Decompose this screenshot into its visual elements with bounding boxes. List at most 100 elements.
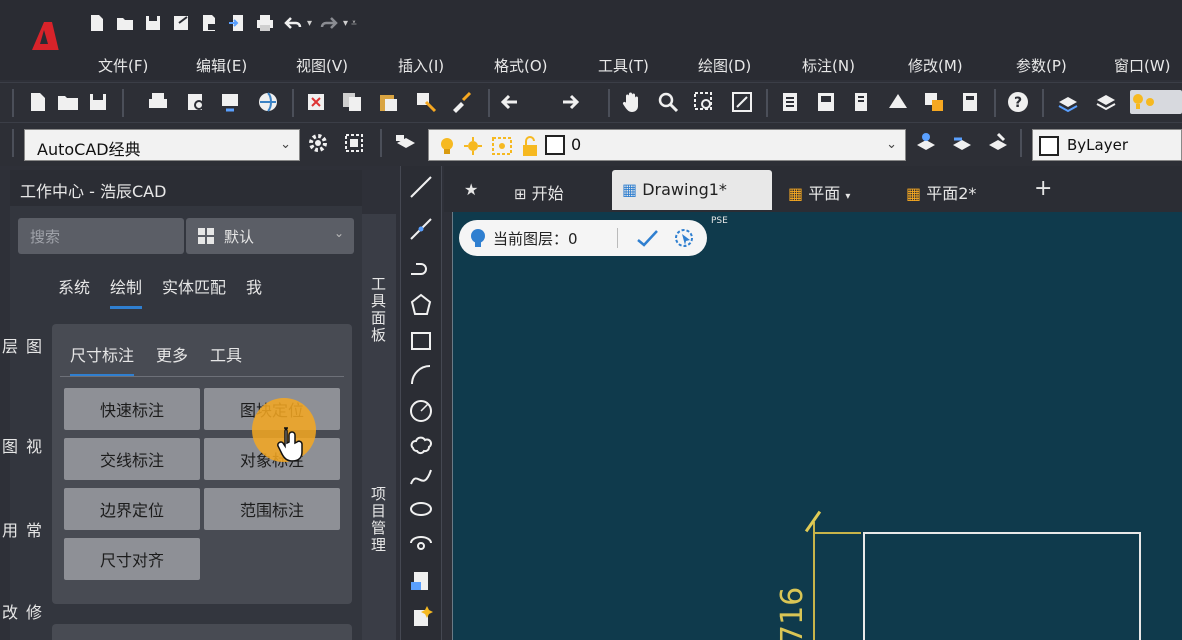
calculator-icon[interactable]	[958, 90, 982, 114]
properties-icon[interactable]	[778, 90, 802, 114]
ellipse-icon[interactable]	[408, 496, 434, 522]
menu-window[interactable]: 窗口(W)	[1114, 55, 1171, 76]
paste-icon[interactable]	[376, 90, 400, 114]
insert-block-icon[interactable]	[408, 568, 434, 594]
tab-entity-match[interactable]: 实体匹配	[162, 274, 226, 309]
tab-start[interactable]: ⊞ 开始	[504, 170, 574, 210]
zoom-previous-icon[interactable]	[730, 90, 754, 114]
save-as-icon[interactable]	[170, 12, 192, 34]
toolbar-grip[interactable]	[380, 129, 382, 157]
layer-properties-icon[interactable]	[394, 131, 418, 155]
intersection-dimension-button[interactable]: 交线标注	[64, 438, 200, 480]
publish-icon[interactable]	[218, 90, 242, 114]
brush-icon[interactable]	[450, 90, 474, 114]
redo-dropdown-icon[interactable]: ▾	[343, 18, 348, 29]
sheet-set-icon[interactable]	[886, 90, 910, 114]
vtab-modify[interactable]: 修改	[0, 604, 44, 622]
vtab-common[interactable]: 常用	[0, 522, 44, 540]
cut-icon[interactable]	[304, 90, 328, 114]
plot-icon[interactable]	[146, 90, 170, 114]
checkmark-icon[interactable]	[635, 228, 659, 248]
redo-icon[interactable]	[318, 12, 340, 34]
menu-edit[interactable]: 编辑(E)	[196, 55, 247, 76]
project-manager-tab[interactable]: 项目管理	[368, 486, 389, 554]
gear-icon[interactable]	[306, 131, 330, 155]
zoom-realtime-icon[interactable]	[656, 90, 680, 114]
toolbar-grip[interactable]	[1042, 89, 1044, 117]
layer-manager-icon[interactable]	[1056, 90, 1080, 114]
web-globe-icon[interactable]	[256, 90, 280, 114]
help-icon[interactable]: ?	[1006, 90, 1030, 114]
color-control-dropdown[interactable]: ByLayer	[1032, 129, 1182, 161]
markup-icon[interactable]	[922, 90, 946, 114]
open-folder-icon[interactable]	[114, 12, 136, 34]
search-input[interactable]: 搜索	[18, 218, 184, 254]
revision-cloud-icon[interactable]	[408, 432, 434, 458]
vtab-view[interactable]: 视图	[0, 438, 44, 456]
new-icon[interactable]	[26, 90, 50, 114]
rectangle-icon[interactable]	[408, 328, 434, 354]
circle-icon[interactable]	[408, 398, 434, 424]
favorites-star-icon[interactable]: ★	[454, 170, 488, 210]
tab-tools[interactable]: 工具	[210, 342, 242, 377]
line-icon[interactable]	[408, 174, 434, 200]
arc-icon[interactable]	[408, 362, 434, 388]
boundary-position-button[interactable]: 边界定位	[64, 488, 200, 530]
quick-dimension-button[interactable]: 快速标注	[64, 388, 200, 430]
spline-icon[interactable]	[408, 464, 434, 490]
menu-format[interactable]: 格式(O)	[494, 55, 548, 76]
layer-dropdown[interactable]: 0 ⌄	[428, 129, 906, 161]
print-icon[interactable]	[254, 12, 276, 34]
drawn-rectangle[interactable]	[863, 532, 1141, 640]
save-icon[interactable]	[142, 12, 164, 34]
menu-tools[interactable]: 工具(T)	[598, 55, 649, 76]
tab-system[interactable]: 系统	[58, 274, 90, 309]
design-center-icon[interactable]	[814, 90, 838, 114]
menu-draw[interactable]: 绘图(D)	[698, 55, 751, 76]
menu-view[interactable]: 视图(V)	[296, 55, 348, 76]
toolbar-grip[interactable]	[12, 129, 14, 157]
tab-plan2[interactable]: ▦ 平面2*	[896, 170, 986, 210]
tab-plan[interactable]: ▦ 平面 ▾	[778, 170, 860, 210]
polygon-icon[interactable]	[408, 292, 434, 318]
export-icon[interactable]	[198, 12, 220, 34]
new-tab-plus-icon[interactable]: +	[1034, 176, 1052, 201]
drawing-canvas[interactable]: 当前图层：0 PSE 716	[452, 212, 1182, 640]
plot-preview-icon[interactable]	[184, 90, 208, 114]
current-layer-indicator[interactable]: 当前图层：0	[459, 220, 707, 256]
view-mode-select[interactable]: 默认 ⌄	[186, 218, 354, 254]
make-block-icon[interactable]	[408, 604, 434, 630]
dimension-align-button[interactable]: 尺寸对齐	[64, 538, 200, 580]
zoom-window-icon[interactable]	[692, 90, 716, 114]
menu-file[interactable]: 文件(F)	[98, 55, 148, 76]
undo-icon[interactable]	[500, 90, 524, 114]
toolbar-grip[interactable]	[12, 89, 14, 117]
tab-more[interactable]: 更多	[156, 342, 188, 377]
workspace-settings-icon[interactable]	[342, 131, 366, 155]
polyline-icon[interactable]	[408, 254, 434, 280]
tab-dimension[interactable]: 尺寸标注	[70, 342, 135, 377]
layer-isolate-icon[interactable]	[986, 131, 1010, 155]
workspace-select[interactable]: AutoCAD经典 ⌄	[24, 129, 300, 161]
tool-palettes-icon[interactable]	[850, 90, 874, 114]
tab-drawing1[interactable]: ▦ Drawing1*	[612, 170, 772, 210]
make-current-layer-icon[interactable]	[914, 131, 938, 155]
dimension-text[interactable]: 716	[775, 587, 810, 640]
copy-icon[interactable]	[340, 90, 364, 114]
menu-insert[interactable]: 插入(I)	[398, 55, 444, 76]
new-file-icon[interactable]	[86, 12, 108, 34]
panel-title-bar[interactable]: 工作中心 - 浩辰CAD	[10, 170, 362, 206]
redo-icon[interactable]	[556, 90, 580, 114]
vtab-layer-tools[interactable]: 图层工具	[0, 338, 44, 356]
range-dimension-button[interactable]: 范围标注	[204, 488, 340, 530]
match-properties-icon[interactable]	[414, 90, 438, 114]
undo-icon[interactable]	[282, 12, 304, 34]
tab-draw[interactable]: 绘制	[110, 274, 143, 309]
layer-on-sun-icon[interactable]	[1130, 90, 1182, 114]
toolbar-grip[interactable]	[1020, 129, 1022, 157]
layer-states-icon[interactable]	[1094, 90, 1118, 114]
select-cursor-icon[interactable]	[673, 227, 695, 249]
publish-icon[interactable]	[226, 12, 248, 34]
menu-modify[interactable]: 修改(M)	[908, 55, 963, 76]
menu-dimension[interactable]: 标注(N)	[802, 55, 855, 76]
